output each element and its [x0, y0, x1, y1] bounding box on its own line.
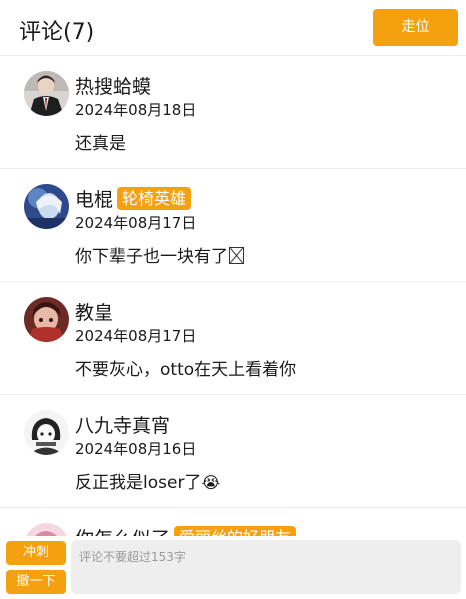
- blue-anime-avatar-icon: [24, 184, 69, 229]
- pink-anime-avatar-icon: [24, 523, 69, 536]
- comment-date: 2024年08月18日: [75, 101, 197, 119]
- avatar[interactable]: [24, 523, 69, 536]
- dash-button[interactable]: 冲刺: [6, 541, 66, 565]
- comment-date: 2024年08月17日: [75, 327, 197, 345]
- avatar[interactable]: [24, 410, 69, 455]
- comment-input[interactable]: [71, 540, 461, 594]
- red-anime-avatar-icon: [24, 297, 69, 342]
- crying-face-icon: 😭: [201, 473, 221, 492]
- user-badge: 爱丽丝的好朋友: [174, 526, 297, 536]
- comment-date: 2024年08月17日: [75, 214, 197, 232]
- comment-item: 热搜蛤蟆 2024年08月18日 还真是: [0, 56, 466, 169]
- comment-content: 反正我是loser了😭: [75, 473, 221, 493]
- avatar[interactable]: [24, 184, 69, 229]
- comment-content: 还真是: [75, 134, 126, 154]
- comment-item: 电棍 轮椅英雄 2024年08月17日 你下辈子也一块有了: [0, 169, 466, 282]
- comment-input-bar: 冲刺 撤一下: [0, 536, 466, 599]
- comment-item: 你怎么似了爱丽丝的好朋友: [0, 508, 466, 536]
- comment-username[interactable]: 你怎么似了爱丽丝的好朋友: [75, 524, 297, 536]
- comment-item: 八九寺真宵 2024年08月16日 反正我是loser了😭: [0, 395, 466, 508]
- avatar[interactable]: [24, 71, 69, 116]
- comment-item: 教皇 2024年08月17日 不要灰心，otto在天上看着你: [0, 282, 466, 395]
- missing-glyph-icon: [229, 247, 244, 264]
- monochrome-anime-avatar-icon: [24, 410, 69, 455]
- comment-username[interactable]: 电棍 轮椅英雄: [75, 185, 192, 212]
- comment-content: 不要灰心，otto在天上看着你: [75, 360, 297, 380]
- avatar[interactable]: [24, 297, 69, 342]
- comment-list[interactable]: 热搜蛤蟆 2024年08月18日 还真是 电棍 轮椅英雄 2024年08月17日 …: [0, 56, 466, 536]
- header: 评论(7) 走位: [0, 0, 466, 56]
- comment-username[interactable]: 热搜蛤蟆: [75, 72, 151, 99]
- user-badge: 轮椅英雄: [117, 187, 192, 210]
- comment-content: 你下辈子也一块有了: [75, 242, 244, 267]
- comment-date: 2024年08月16日: [75, 440, 197, 458]
- comment-username[interactable]: 教皇: [75, 298, 113, 325]
- comment-username[interactable]: 八九寺真宵: [75, 411, 170, 438]
- man-in-suit-avatar-icon: [24, 71, 69, 116]
- undo-button[interactable]: 撤一下: [6, 570, 66, 594]
- page-title: 评论(7): [19, 20, 95, 45]
- walk-button[interactable]: 走位: [373, 9, 458, 46]
